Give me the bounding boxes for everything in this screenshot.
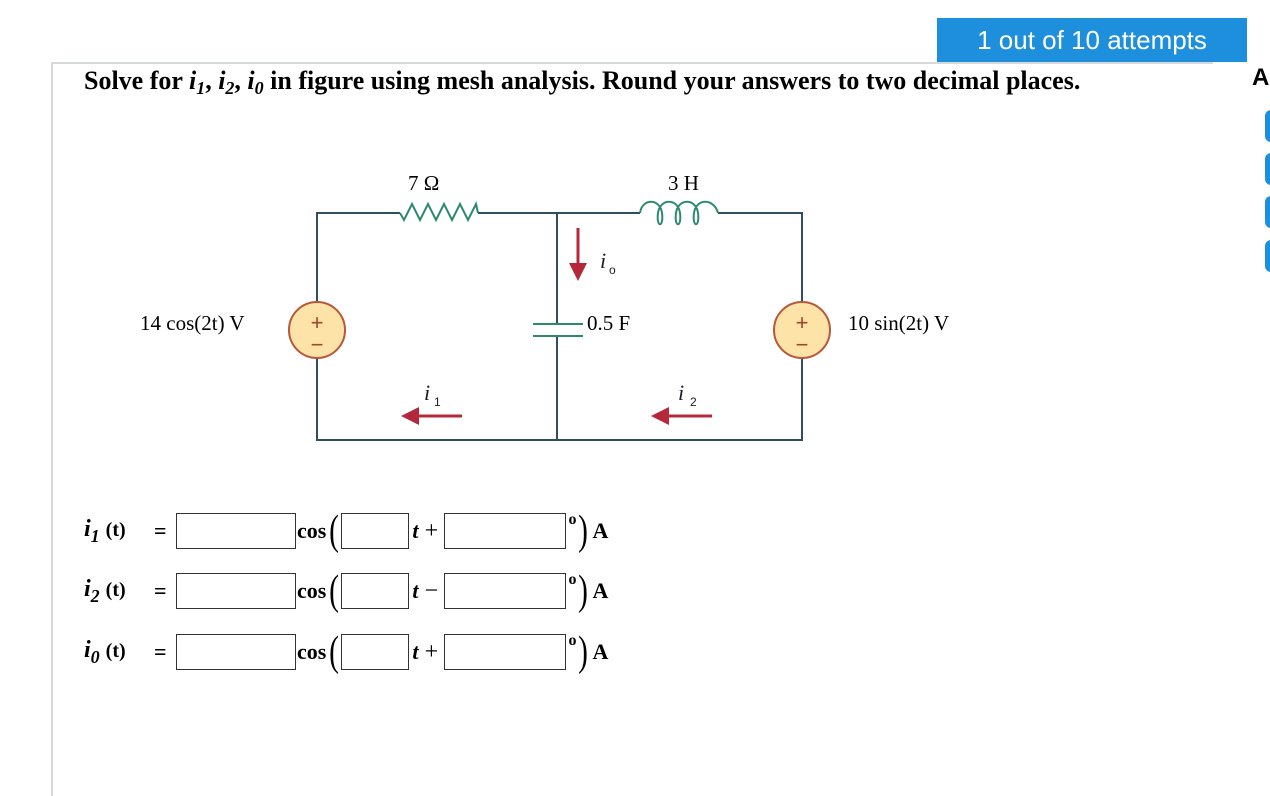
phase-input[interactable]: [444, 634, 567, 670]
degree-symbol: o: [568, 571, 577, 588]
inductor-symbol: [639, 200, 719, 226]
phase-input[interactable]: [444, 573, 567, 609]
wire-bottom: [316, 357, 803, 441]
unit-label: A: [592, 639, 609, 664]
t-label: t: [412, 518, 419, 543]
amplitude-input[interactable]: [176, 513, 296, 549]
close-paren: ): [578, 568, 589, 614]
left-source-label: 14 cos(2t) V: [140, 311, 245, 335]
t-label: t: [412, 639, 419, 664]
cos-label: cos: [297, 518, 327, 543]
equals-sign: =: [154, 639, 167, 664]
answer-var: i0 (t): [84, 636, 126, 667]
resistor-label: 7 Ω: [408, 171, 439, 195]
current-i1-label: i: [424, 380, 430, 405]
current-i2-sub: 2: [690, 395, 697, 409]
equals-sign: =: [154, 518, 167, 543]
unit-label: A: [592, 518, 609, 543]
answer-row-i1: i1 (t) = cos ( t + o ) A: [84, 508, 609, 554]
minus-sign-icon: −: [311, 332, 324, 357]
t-label: t: [412, 578, 419, 603]
close-paren: ): [578, 629, 589, 675]
open-paren: (: [329, 629, 340, 675]
open-paren: (: [329, 568, 340, 614]
minus-sign-icon: −: [796, 332, 809, 357]
current-i1-sub: 1: [434, 395, 441, 409]
operator-sign: −: [424, 577, 439, 604]
current-io-sub: o: [609, 263, 616, 277]
close-paren: ): [578, 508, 589, 554]
frequency-input[interactable]: [341, 573, 410, 609]
right-source-label: 10 sin(2t) V: [848, 311, 949, 335]
frequency-input[interactable]: [341, 513, 410, 549]
equals-sign: =: [154, 578, 167, 603]
amplitude-input[interactable]: [176, 573, 296, 609]
unit-label: A: [592, 578, 609, 603]
degree-symbol: o: [568, 511, 577, 528]
cos-label: cos: [297, 578, 327, 603]
inductor-label: 3 H: [668, 171, 699, 195]
frequency-input[interactable]: [341, 634, 410, 670]
answer-var: i2 (t): [84, 575, 126, 606]
amplitude-input[interactable]: [176, 634, 296, 670]
circuit-diagram: 7 Ω 3 H 0.5 F + − 14 cos(2t) V + − 10 si…: [140, 171, 949, 441]
answer-row-io: i0 (t) = cos ( t + o ) A: [84, 629, 609, 675]
capacitor-label: 0.5 F: [587, 311, 630, 335]
answer-var: i1 (t): [84, 515, 126, 546]
operator-sign: +: [424, 517, 439, 544]
degree-symbol: o: [568, 632, 577, 649]
resistor-symbol: [399, 201, 479, 223]
current-i2-label: i: [678, 380, 684, 405]
wires: [316, 212, 803, 441]
wire-top-left: [316, 212, 400, 303]
operator-sign: +: [424, 638, 439, 665]
phase-input[interactable]: [444, 513, 567, 549]
wire-top-right: [718, 212, 803, 303]
answer-row-i2: i2 (t) = cos ( t − o ) A: [84, 568, 609, 614]
open-paren: (: [329, 508, 340, 554]
current-io-label: i: [600, 248, 606, 273]
cos-label: cos: [297, 639, 327, 664]
